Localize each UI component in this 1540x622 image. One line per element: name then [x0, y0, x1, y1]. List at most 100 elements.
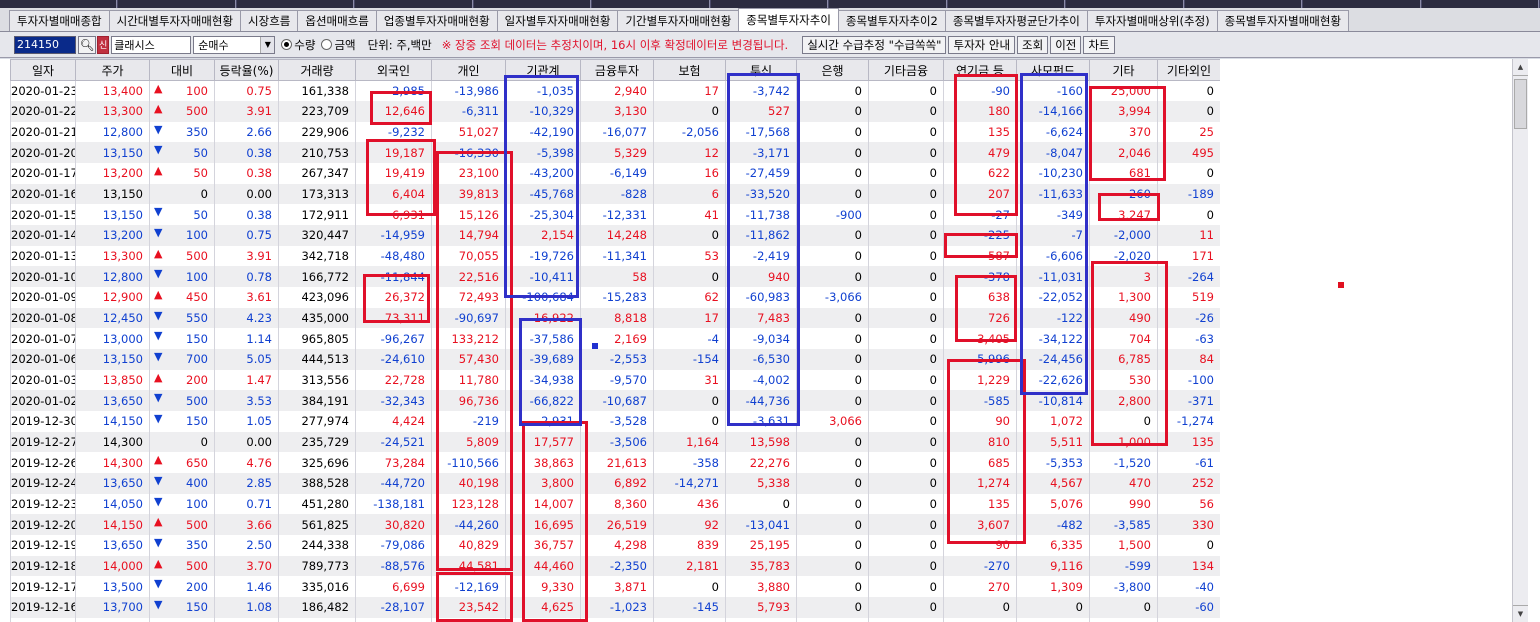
column-header[interactable]: 은행 [796, 59, 869, 81]
table-row[interactable]: 2020-01-15 13,150 ▼ 50 0.38 172,911 6,931 15,12… [10, 204, 1221, 226]
cell-value: 0.38 [246, 145, 272, 160]
column-header[interactable]: 개인 [431, 59, 506, 81]
table-row[interactable]: 2019-12-16 13,700 ▼ 150 1.08 186,482 -28,107 23… [10, 596, 1221, 618]
table-row[interactable]: 2019-12-30 14,150 ▼ 150 1.05 277,974 4,424 -219… [10, 411, 1221, 432]
table-row[interactable]: 2020-01-21 12,800 ▼ 350 2.66 229,906 -9,232 51,… [10, 121, 1221, 143]
table-cell: 0 [796, 307, 869, 329]
query-button[interactable]: 조회 [1017, 35, 1049, 54]
tab-0[interactable]: 투자자별매매종합 [9, 10, 110, 31]
table-cell: -14,166 [1016, 101, 1090, 122]
table-row[interactable]: 2019-12-26 14,300 ▲ 650 4.76 325,696 73,284 -11… [10, 452, 1221, 473]
tab-4[interactable]: 업종별투자자매매현황 [375, 10, 498, 31]
vertical-scrollbar[interactable]: ▲ ▼ [1512, 59, 1528, 622]
column-header[interactable]: 연기금 등 [943, 59, 1017, 81]
table-row[interactable]: 2020-01-06 13,150 ▼ 700 5.05 444,513 -24,610 57… [10, 349, 1221, 370]
workspace-tab[interactable] [473, 0, 592, 8]
table-row[interactable]: 2020-01-20 13,150 ▼ 50 0.38 210,753 19,187 -16,… [10, 142, 1221, 164]
workspace-tab[interactable] [355, 0, 473, 8]
scrollbar-thumb[interactable] [1514, 79, 1527, 129]
triangle-down-icon: ▼ [154, 577, 163, 591]
investor-guide-button[interactable]: 투자자 안내 [948, 35, 1016, 54]
tab-5[interactable]: 일자별투자자매매현황 [496, 10, 619, 31]
workspace-tab[interactable] [829, 0, 947, 8]
table-row[interactable]: 2019-12-19 13,650 ▼ 350 2.50 244,338 -79,086 40… [10, 534, 1221, 556]
table-row[interactable]: 2020-01-16 13,150 0 0.00 173,313 6,404 39,813-… [10, 183, 1221, 205]
mode-select[interactable]: 순매수 ▼ [193, 35, 276, 54]
table-row[interactable]: 2020-01-23 13,400 ▲ 100 0.75 161,338 -2,985 -13… [10, 80, 1221, 102]
table-row[interactable]: 2019-12-20 14,150 ▲ 500 3.66 561,825 30,820 -44… [10, 514, 1221, 535]
date-cell: 2020-01-08 [10, 307, 76, 329]
table-row[interactable]: 2019-12-27 14,300 0 0.00 235,729 -24,521 5,809… [10, 431, 1221, 453]
workspace-tab[interactable] [1184, 0, 1303, 8]
table-row[interactable]: 2020-01-13 13,300 ▲ 500 3.91 342,718 -48,480 70… [10, 245, 1221, 267]
scroll-up-icon[interactable]: ▲ [1513, 59, 1528, 76]
table-row[interactable]: 2020-01-09 12,900 ▲ 450 3.61 423,096 26,372 72,… [10, 287, 1221, 308]
column-header[interactable]: 대비 [149, 59, 215, 81]
tab-11[interactable]: 종목별투자자별매매현황 [1216, 10, 1350, 31]
tab-7[interactable]: 종목별투자자추이 [738, 8, 839, 31]
table-cell: 0 [868, 245, 944, 267]
radio-quantity[interactable]: 수량 [281, 37, 315, 53]
column-header[interactable]: 일자 [10, 59, 76, 81]
tab-2[interactable]: 시장흐름 [240, 10, 299, 31]
table-cell: ▼ 400 [149, 472, 215, 494]
table-cell: 3,880 [725, 576, 797, 597]
search-button[interactable]: 🔍︎ [78, 35, 96, 54]
table-cell: -14,959 [355, 225, 432, 246]
column-header[interactable]: 투신 [725, 59, 797, 81]
workspace-tab[interactable] [236, 0, 355, 8]
tab-1[interactable]: 시간대별투자자매매현황 [108, 10, 242, 31]
workspace-tab[interactable] [1421, 0, 1540, 8]
table-row[interactable]: 2019-12-23 14,050 ▼ 100 0.71 451,280 -138,181 1… [10, 493, 1221, 515]
table-row[interactable]: 2020-01-10 12,800 ▼ 100 0.78 166,772 -11,844 22… [10, 266, 1221, 288]
table-row[interactable]: 2020-01-14 13,200 ▼ 100 0.75 320,447 -14,959 14… [10, 225, 1221, 246]
table-row[interactable]: 2019-12-1313,85000.00289,463-78,26556,44… [10, 617, 1221, 622]
chart-button[interactable]: 차트 [1083, 35, 1115, 54]
table-row[interactable]: 2020-01-07 13,000 ▼ 150 1.14 965,805 -96,267 13… [10, 328, 1221, 350]
workspace-tab[interactable] [118, 0, 236, 8]
table-row[interactable]: 2020-01-02 13,650 ▼ 500 3.53 384,191 -32,343 96… [10, 390, 1221, 411]
radio-amount[interactable]: 금액 [321, 37, 356, 53]
workspace-tab[interactable] [710, 0, 829, 8]
tab-6[interactable]: 기간별투자자매매현황 [617, 10, 740, 31]
scroll-down-icon[interactable]: ▼ [1513, 605, 1528, 622]
column-header[interactable]: 기타외인 [1157, 59, 1221, 81]
chevron-down-icon[interactable]: ▼ [260, 36, 275, 53]
table-cell: -3,506 [580, 431, 654, 453]
cell-value: 3.61 [246, 290, 272, 305]
column-header[interactable]: 기관계 [505, 59, 581, 81]
table-row[interactable]: 2020-01-03 13,850 ▲ 200 1.47 313,556 22,728 11,… [10, 369, 1221, 391]
table-row[interactable]: 2020-01-22 13,300 ▲ 500 3.91 223,709 12,646 -6,… [10, 101, 1221, 122]
stock-code-input[interactable]: 214150 [14, 35, 76, 54]
realtime-supply-button[interactable]: 실시간 수급추정 "수급쏙쏙" [802, 35, 947, 54]
column-header[interactable]: 금융투자 [580, 59, 654, 81]
workspace-tab[interactable] [1066, 0, 1184, 8]
table-cell: 0 [1157, 204, 1221, 226]
tab-8[interactable]: 종목별투자자추이2 [837, 10, 946, 31]
table-cell: 1,164 [653, 431, 726, 453]
table-row[interactable]: 2019-12-17 13,500 ▼ 200 1.46 335,016 6,699 -12,… [10, 576, 1221, 597]
column-header[interactable]: 사모펀드 [1016, 59, 1090, 81]
cell-value: 2020-01-13 [11, 249, 76, 264]
stock-name-field[interactable]: 클래시스 [111, 35, 192, 54]
column-header[interactable]: 기타 [1089, 59, 1158, 81]
workspace-tab[interactable] [947, 0, 1066, 8]
column-header[interactable]: 거래량 [278, 59, 356, 81]
tab-10[interactable]: 투자자별매매상위(추정) [1086, 10, 1218, 31]
column-header[interactable]: 주가 [75, 59, 150, 81]
column-header[interactable]: 등락율(%) [214, 59, 279, 81]
table-cell: -4,002 [725, 369, 797, 391]
column-header[interactable]: 외국인 [355, 59, 432, 81]
table-row[interactable]: 2019-12-24 13,650 ▼ 400 2.85 388,528 -44,720 40… [10, 472, 1221, 494]
table-row[interactable]: 2020-01-17 13,200 ▲ 50 0.38 267,347 19,419 23,1… [10, 163, 1221, 184]
table-row[interactable]: 2020-01-08 12,450 ▼ 550 4.23 435,000 73,311 -90… [10, 307, 1221, 329]
prev-button[interactable]: 이전 [1050, 35, 1082, 54]
workspace-tab[interactable] [1303, 0, 1421, 8]
table-row[interactable]: 2019-12-18 14,000 ▲ 500 3.70 789,773 -88,576 44… [10, 555, 1221, 577]
tab-9[interactable]: 종목별투자자평균단가추이 [944, 10, 1088, 31]
workspace-tab[interactable] [0, 0, 118, 8]
workspace-tab[interactable] [592, 0, 710, 8]
tab-3[interactable]: 옵션매매흐름 [297, 10, 377, 31]
column-header[interactable]: 기타금융 [868, 59, 944, 81]
column-header[interactable]: 보험 [653, 59, 726, 81]
